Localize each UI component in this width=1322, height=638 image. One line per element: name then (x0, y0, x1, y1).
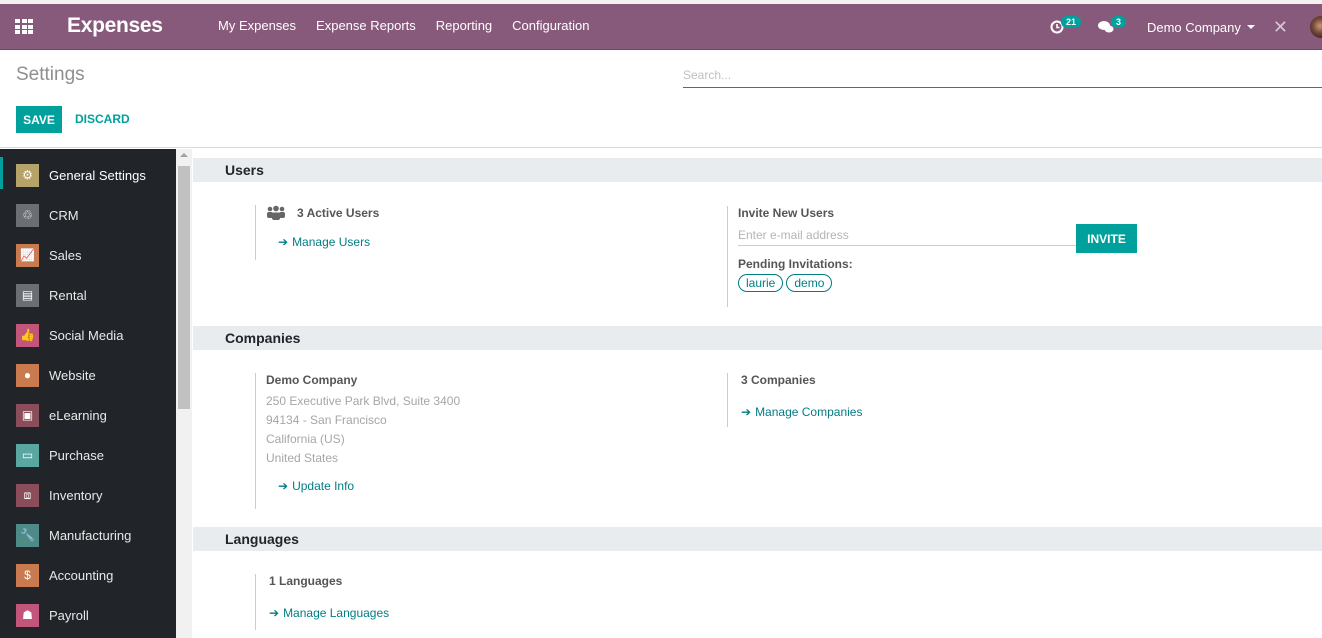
manage-companies-link[interactable]: ➔ Manage Companies (741, 405, 862, 419)
payroll-icon: ☗ (16, 603, 39, 627)
messages-button[interactable]: 3 (1097, 16, 1129, 34)
pending-tag-laurie[interactable]: laurie (738, 274, 784, 292)
address-line-4: United States (266, 451, 339, 465)
systray: 21 3 Demo Company ✕ (1050, 4, 1322, 50)
sidebar-item-rental[interactable]: ▤ Rental (0, 275, 176, 315)
messages-badge: 3 (1110, 16, 1126, 28)
sidebar-item-general-settings[interactable]: ⚙ General Settings (0, 155, 176, 195)
companies-count-box: 3 Companies ➔ Manage Companies (727, 373, 862, 427)
languages-count: 1 Languages (269, 574, 343, 588)
sidebar-item-label: Social Media (49, 327, 124, 343)
company-name: Demo Company (1146, 19, 1241, 35)
sidebar-item-purchase[interactable]: ▭ Purchase (0, 435, 176, 475)
box-icon: ⧈ (16, 483, 39, 507)
address-line-2: 94134 - San Francisco (266, 413, 387, 427)
sidebar-item-label: Accounting (49, 567, 114, 583)
navbar: Expenses My Expenses Expense Reports Rep… (0, 4, 1322, 50)
active-users-box: 3 Active Users ➔ Manage Users (255, 205, 379, 260)
sidebar-scrollbar[interactable] (176, 149, 192, 638)
manage-users-link[interactable]: ➔ Manage Users (278, 235, 379, 249)
sidebar-item-label: Rental (49, 287, 87, 303)
gear-icon: ⚙ (16, 163, 39, 187)
company-switcher[interactable]: Demo Company (1147, 20, 1255, 35)
sidebar-item-label: CRM (49, 207, 79, 223)
invite-button[interactable]: INVITE (1076, 224, 1137, 253)
sidebar-item-sales[interactable]: 📈 Sales (0, 235, 176, 275)
handshake-icon: ♲ (16, 203, 39, 227)
app-name: Expenses (67, 14, 163, 37)
menu-my-expenses[interactable]: My Expenses (218, 18, 296, 33)
scroll-up-arrow-icon[interactable] (180, 153, 188, 157)
pending-invitations-list: laurie demo (738, 274, 1147, 292)
invoice-icon: $ (16, 563, 39, 587)
sidebar-item-label: Payroll (49, 607, 89, 623)
sidebar-item-accounting[interactable]: $ Accounting (0, 555, 176, 595)
thumbs-up-icon: 👍 (16, 323, 39, 347)
user-avatar[interactable] (1310, 16, 1322, 38)
languages-box: 1 Languages ➔ Manage Languages (255, 574, 389, 630)
page-title: Settings (16, 64, 85, 85)
section-languages-heading: Languages (193, 527, 1322, 551)
globe-icon: ● (16, 363, 39, 387)
manage-languages-link[interactable]: ➔ Manage Languages (269, 606, 389, 620)
sidebar-item-label: Manufacturing (49, 527, 132, 543)
sidebar-item-website[interactable]: ● Website (0, 355, 176, 395)
rental-icon: ▤ (16, 283, 39, 307)
save-button[interactable]: SAVE (16, 106, 62, 133)
pending-invitations-label: Pending Invitations: (738, 257, 853, 271)
discard-button[interactable]: DISCARD (75, 112, 130, 126)
users-icon (267, 205, 285, 220)
sidebar-item-label: eLearning (49, 407, 107, 423)
menu-reporting[interactable]: Reporting (436, 18, 492, 33)
activity-badge: 21 (1060, 16, 1081, 28)
menu-expense-reports[interactable]: Expense Reports (316, 18, 416, 33)
company-name-label: Demo Company (266, 373, 358, 387)
active-users-count: 3 Active Users (297, 206, 380, 220)
chart-icon: 📈 (16, 243, 39, 267)
sidebar-item-manufacturing[interactable]: 🔧 Manufacturing (0, 515, 176, 555)
wrench-icon: 🔧 (16, 523, 39, 547)
address-line-3: California (US) (266, 432, 345, 446)
arrow-right-icon: ➔ (278, 479, 289, 493)
invite-heading: Invite New Users (738, 206, 835, 220)
sidebar-item-label: Website (49, 367, 96, 383)
settings-content: Users 3 Active Users ➔ Manage Users Invit… (193, 149, 1322, 638)
invite-users-box: Invite New Users INVITE Pending Invitati… (727, 206, 1147, 307)
section-companies-heading: Companies (193, 326, 1322, 350)
sidebar-item-crm[interactable]: ♲ CRM (0, 195, 176, 235)
arrow-right-icon: ➔ (278, 235, 289, 249)
main-menu: My Expenses Expense Reports Reporting Co… (218, 18, 589, 33)
sidebar-item-elearning[interactable]: ▣ eLearning (0, 395, 176, 435)
settings-sidebar: ⚙ General Settings ♲ CRM 📈 Sales ▤ Rental 👍 Socia… (0, 149, 176, 638)
address-line-1: 250 Executive Park Blvd, Suite 3400 (266, 394, 461, 408)
sidebar-item-label: General Settings (49, 167, 146, 183)
sidebar-item-social-media[interactable]: 👍 Social Media (0, 315, 176, 355)
sidebar-item-label: Purchase (49, 447, 104, 463)
search-input[interactable] (683, 62, 1322, 88)
pending-tag-demo[interactable]: demo (786, 274, 833, 292)
update-info-link[interactable]: ➔ Update Info (278, 479, 460, 493)
menu-configuration[interactable]: Configuration (512, 18, 589, 33)
company-info-box: Demo Company 250 Executive Park Blvd, Su… (255, 373, 460, 509)
activity-button[interactable]: 21 (1050, 16, 1084, 34)
caret-down-icon (1246, 25, 1255, 29)
scroll-thumb[interactable] (178, 166, 190, 409)
sidebar-item-payroll[interactable]: ☗ Payroll (0, 595, 176, 635)
arrow-right-icon: ➔ (741, 405, 752, 419)
debug-close-icon[interactable]: ✕ (1273, 17, 1288, 38)
invite-email-input[interactable] (738, 224, 1076, 246)
sidebar-item-inventory[interactable]: ⧈ Inventory (0, 475, 176, 515)
arrow-right-icon: ➔ (269, 606, 280, 620)
apps-menu-icon[interactable] (15, 19, 33, 34)
sidebar-item-label: Sales (49, 247, 82, 263)
control-panel: Settings SAVE DISCARD (0, 50, 1322, 148)
companies-count: 3 Companies (741, 373, 816, 387)
credit-card-icon: ▭ (16, 443, 39, 467)
sidebar-item-label: Inventory (49, 487, 103, 503)
elearning-icon: ▣ (16, 403, 39, 427)
section-users-heading: Users (193, 158, 1322, 182)
